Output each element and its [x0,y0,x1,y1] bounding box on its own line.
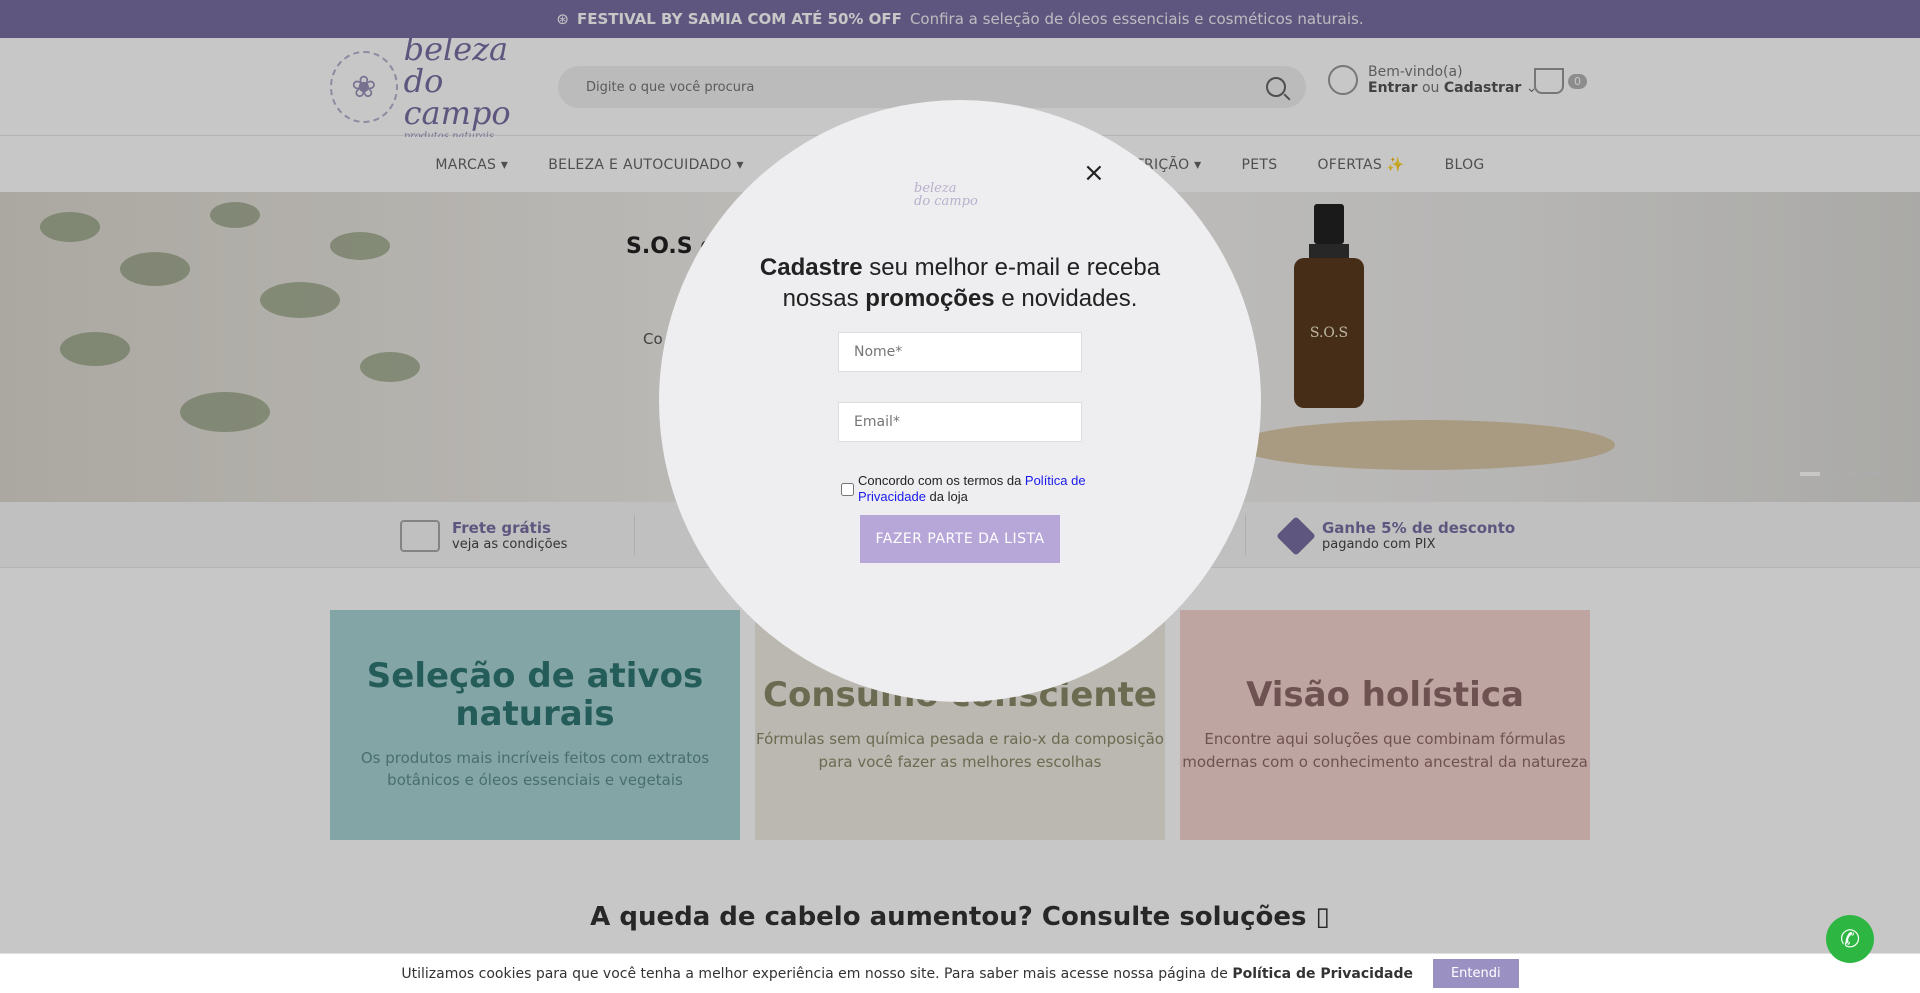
consent-label: Concordo com os termos da Política de Pr… [858,473,1101,504]
heading-text-2: nossas [782,285,866,313]
heading-bold-2: promoções [865,285,995,313]
cookie-text: Utilizamos cookies para que você tenha a… [401,966,1413,982]
cookie-policy-link[interactable]: Política de Privacidade [1232,966,1413,982]
name-input[interactable] [854,344,1066,360]
name-field [838,332,1082,372]
cookie-bar: Utilizamos cookies para que você tenha a… [0,953,1920,993]
whatsapp-icon[interactable]: ✆ [1826,915,1874,963]
modal-logo: beleza do campo [914,182,978,208]
modal-heading: Cadastre seu melhor e-mail e receba noss… [750,252,1170,314]
heading-text-1: seu melhor e-mail e receba [862,254,1161,281]
cookie-message: Utilizamos cookies para que você tenha a… [401,965,1233,982]
join-list-button[interactable]: FAZER PARTE DA LISTA [860,515,1060,563]
modal-logo-line2: do campo [914,194,978,209]
email-input[interactable] [854,414,1066,430]
email-field [838,402,1082,442]
heading-bold-1: Cadastre [759,254,863,281]
consent-text: Concordo com os termos da [858,473,1025,488]
heading-text-3: e novidades. [994,285,1138,313]
cookie-accept-button[interactable]: Entendi [1432,959,1519,988]
consent-row: Concordo com os termos da Política de Pr… [841,473,1101,505]
consent-tail: da loja [925,488,968,504]
close-icon[interactable]: × [1083,158,1105,188]
newsletter-modal: × beleza do campo Cadastre seu melhor e-… [659,100,1261,702]
consent-checkbox[interactable] [841,475,854,505]
